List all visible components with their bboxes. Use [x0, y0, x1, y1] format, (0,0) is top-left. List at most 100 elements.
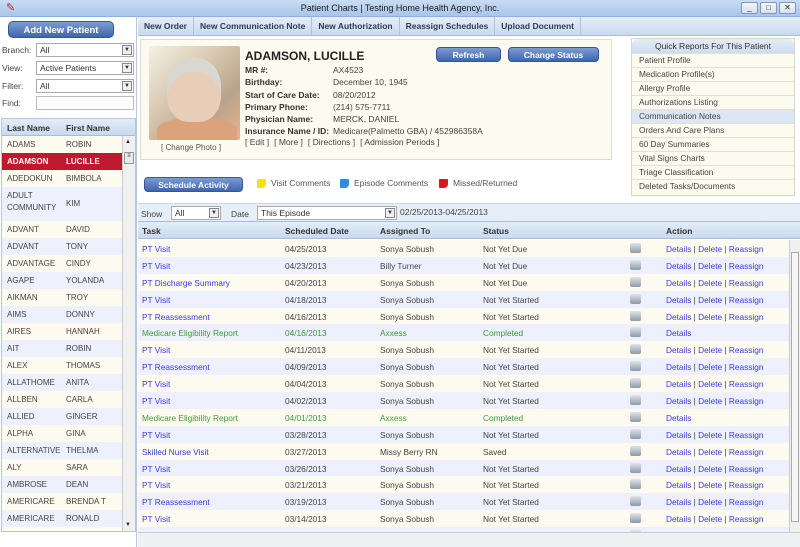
patient-list-item[interactable]: ADAMSROBIN	[2, 136, 123, 153]
delete-link[interactable]: Delete	[698, 396, 722, 406]
details-link[interactable]: Details	[666, 328, 691, 338]
details-link[interactable]: Details	[666, 379, 691, 389]
delete-link[interactable]: Delete	[698, 278, 722, 288]
details-link[interactable]: Details	[666, 261, 691, 271]
patient-list-scrollbar[interactable]: ▲ ≡ ▼	[122, 136, 135, 531]
details-link[interactable]: Details	[666, 312, 691, 322]
details-link[interactable]: Details	[666, 345, 691, 355]
reassign-link[interactable]: Reassign	[729, 379, 764, 389]
details-link[interactable]: Details	[666, 430, 691, 440]
details-link[interactable]: Details	[666, 497, 691, 507]
print-icon[interactable]	[630, 327, 641, 337]
task-link[interactable]: Medicare Eligibility Report	[142, 328, 238, 338]
reassign-link[interactable]: Reassign	[729, 514, 764, 524]
col-task[interactable]: Task	[142, 226, 161, 236]
delete-link[interactable]: Delete	[698, 345, 722, 355]
directions-link[interactable]: [ Directions ]	[308, 137, 355, 147]
patient-list-item[interactable]: ADEDOKUNBIMBOLA	[2, 170, 123, 187]
delete-link[interactable]: Delete	[698, 514, 722, 524]
print-icon[interactable]	[630, 243, 641, 253]
print-icon[interactable]	[630, 513, 641, 523]
print-icon[interactable]	[630, 378, 641, 388]
reassign-link[interactable]: Reassign	[729, 362, 764, 372]
details-link[interactable]: Details	[666, 295, 691, 305]
more-link[interactable]: [ More ]	[274, 137, 303, 147]
details-link[interactable]: Details	[666, 278, 691, 288]
patient-list-item[interactable]: ADVANTTONY	[2, 238, 123, 255]
details-link[interactable]: Details	[666, 413, 691, 423]
close-button[interactable]: ✕	[779, 2, 796, 14]
details-link[interactable]: Details	[666, 447, 691, 457]
patient-list-item[interactable]: ALPHAGINA	[2, 425, 123, 442]
print-icon[interactable]	[630, 260, 641, 270]
patient-list-item[interactable]: AMIGERALD	[2, 527, 123, 532]
reassign-link[interactable]: Reassign	[729, 430, 764, 440]
tab-upload-document[interactable]: Upload Document	[495, 17, 581, 35]
reassign-link[interactable]: Reassign	[729, 278, 764, 288]
refresh-button[interactable]: Refresh	[436, 47, 501, 62]
quick-report-item[interactable]: 60 Day Summaries	[632, 137, 794, 151]
details-link[interactable]: Details	[666, 244, 691, 254]
edit-link[interactable]: [ Edit ]	[245, 137, 269, 147]
delete-link[interactable]: Delete	[698, 379, 722, 389]
reassign-link[interactable]: Reassign	[729, 464, 764, 474]
tab-new-order[interactable]: New Order	[138, 17, 194, 35]
details-link[interactable]: Details	[666, 480, 691, 490]
delete-link[interactable]: Delete	[698, 464, 722, 474]
schedule-activity-button[interactable]: Schedule Activity	[144, 177, 243, 192]
details-link[interactable]: Details	[666, 464, 691, 474]
print-icon[interactable]	[630, 412, 641, 422]
task-link[interactable]: PT Visit	[142, 379, 170, 389]
task-link[interactable]: PT Visit	[142, 345, 170, 355]
quick-report-item[interactable]: Authorizations Listing	[632, 95, 794, 109]
patient-list-item[interactable]: ALYSARA	[2, 459, 123, 476]
reassign-link[interactable]: Reassign	[729, 480, 764, 490]
print-icon[interactable]	[630, 479, 641, 489]
reassign-link[interactable]: Reassign	[729, 396, 764, 406]
delete-link[interactable]: Delete	[698, 430, 722, 440]
delete-link[interactable]: Delete	[698, 480, 722, 490]
reassign-link[interactable]: Reassign	[729, 244, 764, 254]
patient-list-item[interactable]: AITROBIN	[2, 340, 123, 357]
task-link[interactable]: PT Visit	[142, 295, 170, 305]
col-assigned-to[interactable]: Assigned To	[380, 226, 430, 236]
task-link[interactable]: PT Visit	[142, 244, 170, 254]
date-select[interactable]: This Episode▼	[257, 206, 397, 220]
task-link[interactable]: PT Visit	[142, 430, 170, 440]
admission-periods-link[interactable]: [ Admission Periods ]	[360, 137, 439, 147]
branch-select[interactable]: All▼	[36, 43, 134, 57]
col-status[interactable]: Status	[483, 226, 509, 236]
patient-list-item[interactable]: AIKMANTROY	[2, 289, 123, 306]
patient-list-item[interactable]: AIRESHANNAH	[2, 323, 123, 340]
scroll-thumb[interactable]: ≡	[124, 152, 134, 164]
patient-list-item[interactable]: ADAMSONLUCILLE	[2, 153, 123, 170]
patient-list-item[interactable]: AMBROSEDEAN	[2, 476, 123, 493]
patient-list-item[interactable]: ALEXTHOMAS	[2, 357, 123, 374]
minimize-button[interactable]: _	[741, 2, 758, 14]
show-select[interactable]: All▼	[171, 206, 221, 220]
delete-link[interactable]: Delete	[698, 244, 722, 254]
reassign-link[interactable]: Reassign	[729, 345, 764, 355]
reassign-link[interactable]: Reassign	[729, 295, 764, 305]
quick-report-item[interactable]: Orders And Care Plans	[632, 123, 794, 137]
col-scheduled-date[interactable]: Scheduled Date	[285, 226, 349, 236]
scroll-thumb[interactable]	[791, 252, 799, 522]
col-last-name[interactable]: Last Name	[7, 123, 50, 133]
scroll-up-icon[interactable]: ▲	[125, 139, 131, 145]
task-link[interactable]: Skilled Nurse Visit	[142, 447, 209, 457]
task-link[interactable]: PT Visit	[142, 464, 170, 474]
details-link[interactable]: Details	[666, 514, 691, 524]
find-input[interactable]	[36, 96, 134, 110]
delete-link[interactable]: Delete	[698, 295, 722, 305]
reassign-link[interactable]: Reassign	[729, 312, 764, 322]
task-link[interactable]: PT Reassessment	[142, 312, 210, 322]
quick-report-item[interactable]: Deleted Tasks/Documents	[632, 179, 794, 193]
patient-list-item[interactable]: AMERICARERONALD	[2, 510, 123, 527]
patient-list-item[interactable]: ALLBENCARLA	[2, 391, 123, 408]
quick-report-item[interactable]: Communication Notes	[632, 109, 794, 123]
print-icon[interactable]	[630, 463, 641, 473]
quick-report-item[interactable]: Patient Profile	[632, 53, 794, 67]
add-new-patient-button[interactable]: Add New Patient	[8, 21, 114, 38]
delete-link[interactable]: Delete	[698, 312, 722, 322]
patient-list-item[interactable]: ADVANTAGECINDY	[2, 255, 123, 272]
